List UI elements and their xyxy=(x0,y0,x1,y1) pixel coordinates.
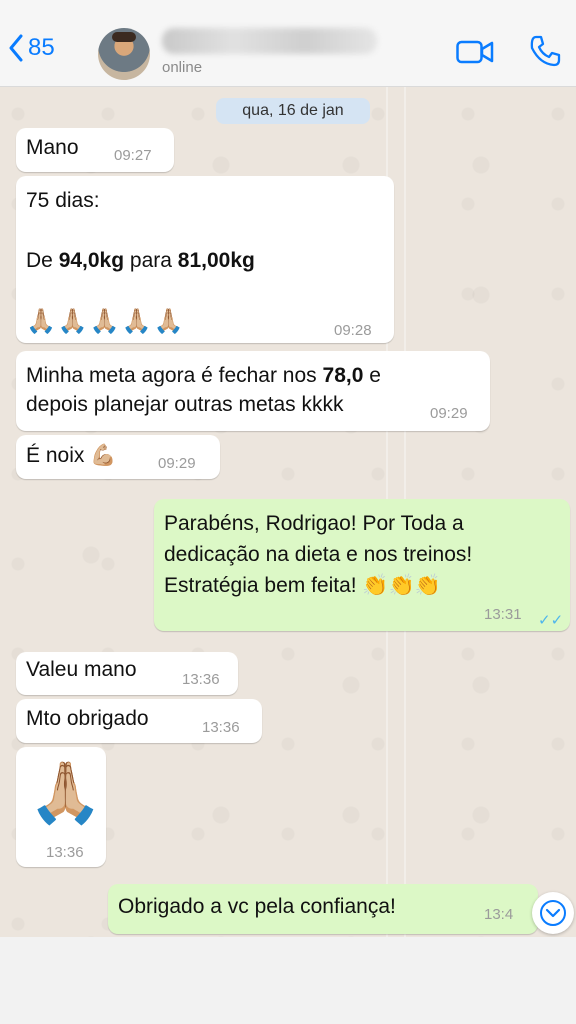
phone-icon xyxy=(530,35,561,67)
message-incoming[interactable]: 75 dias: De 94,0kg para 81,00kg 🙏🏼🙏🏼🙏🏼🙏🏼… xyxy=(16,176,394,343)
message-incoming[interactable]: É noix 💪🏼 09:29 xyxy=(16,435,220,479)
back-chevron-icon xyxy=(9,34,23,62)
video-call-icon xyxy=(456,40,494,64)
message-incoming[interactable]: Valeu mano 13:36 xyxy=(16,652,238,695)
message-time: 09:28 xyxy=(334,322,372,339)
message-time: 13:31 xyxy=(484,606,522,623)
message-text: Valeu mano xyxy=(26,658,137,681)
contact-status: online xyxy=(162,59,203,76)
message-text: depois planejar outras metas kkkk xyxy=(26,393,344,416)
message-text: Mto obrigado xyxy=(26,707,149,730)
message-incoming[interactable]: Mto obrigado 13:36 xyxy=(16,699,262,743)
voice-call-button[interactable] xyxy=(528,34,562,73)
message-time: 13:36 xyxy=(182,671,220,688)
scroll-to-bottom-button[interactable] xyxy=(532,892,574,934)
message-text: 75 dias: xyxy=(26,189,100,212)
read-ticks-icon: ✓✓ xyxy=(538,612,564,629)
scroll-down-icon xyxy=(540,900,566,926)
message-text: Estratégia bem feita! 👏👏👏 xyxy=(164,574,441,597)
message-text: Parabéns, Rodrigao! Por Toda a xyxy=(164,512,464,535)
message-incoming[interactable]: Mano 09:27 xyxy=(16,128,174,172)
message-incoming[interactable]: 🙏🏼 13:36 xyxy=(16,747,106,867)
message-time: 09:27 xyxy=(114,147,152,164)
chat-area[interactable]: qua, 16 de jan Mano 09:27 75 dias: De 94… xyxy=(0,87,576,937)
back-button[interactable]: 85 xyxy=(8,34,55,62)
chat-header: 85 online xyxy=(0,0,576,87)
message-outgoing[interactable]: Obrigado a vc pela confiança! 13:4 xyxy=(108,884,538,934)
message-outgoing[interactable]: Parabéns, Rodrigao! Por Toda a dedicação… xyxy=(154,499,570,631)
message-time: 13:36 xyxy=(46,844,84,861)
date-separator: qua, 16 de jan xyxy=(216,98,370,124)
prayer-emoji: 🙏🏼 xyxy=(28,759,103,826)
prayer-emojis: 🙏🏼🙏🏼🙏🏼🙏🏼🙏🏼 xyxy=(26,308,186,335)
video-call-button[interactable] xyxy=(456,40,494,69)
message-text: Obrigado a vc pela confiança! xyxy=(118,895,396,918)
message-time: 13:36 xyxy=(202,719,240,736)
message-time: 09:29 xyxy=(158,455,196,472)
bottom-area xyxy=(0,937,576,1024)
contact-name[interactable] xyxy=(162,28,377,54)
message-text: Mano xyxy=(26,136,79,159)
message-time: 13:4 xyxy=(484,906,514,923)
message-text: dedicação na dieta e nos treinos! xyxy=(164,543,473,566)
message-time: 09:29 xyxy=(430,405,468,422)
message-text: De 94,0kg para 81,00kg xyxy=(26,249,255,272)
avatar[interactable] xyxy=(98,28,150,80)
message-text: É noix 💪🏼 xyxy=(26,444,117,467)
message-incoming[interactable]: Minha meta agora é fechar nos 78,0 e dep… xyxy=(16,351,490,431)
message-text: Minha meta agora é fechar nos 78,0 e xyxy=(26,364,381,387)
unread-count: 85 xyxy=(28,34,55,61)
